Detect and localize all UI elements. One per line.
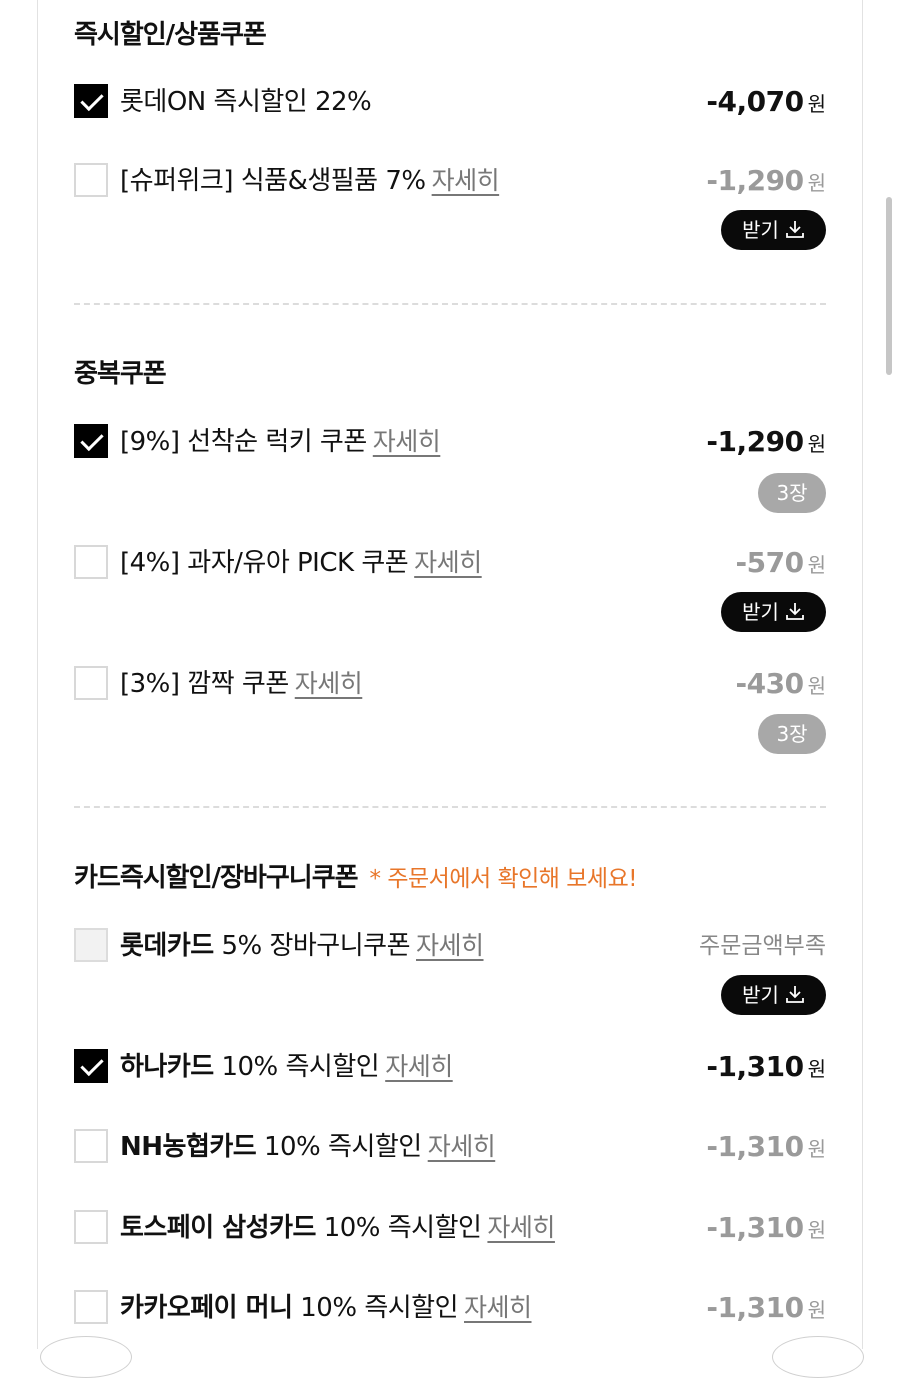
coupon-checkbox[interactable] — [74, 1210, 108, 1244]
coupon-checkbox[interactable] — [74, 666, 108, 700]
coupon-checkbox[interactable] — [74, 1290, 108, 1324]
discount-amount: -1,310 원 — [706, 1211, 826, 1244]
get-coupon-button[interactable]: 받기 — [721, 592, 826, 632]
discount-amount: -430 원 — [735, 667, 826, 700]
detail-link[interactable]: 자세히 — [295, 669, 363, 698]
section-title-duplicate-coupon: 중복쿠폰 — [74, 359, 167, 389]
scrollbar[interactable] — [886, 197, 892, 375]
coupon-label: [9%] 선착순 럭키 쿠폰 자세히 — [120, 427, 441, 457]
coupon-label: 롯데ON 즉시할인 22% — [120, 87, 372, 117]
coupon-checkbox[interactable] — [74, 928, 108, 962]
discount-amount: -1,310 원 — [706, 1291, 826, 1324]
discount-amount: -1,290 원 — [706, 425, 826, 458]
coupon-label: 롯데카드 5% 장바구니쿠폰 자세히 — [120, 931, 484, 961]
detail-link[interactable]: 자세히 — [428, 1132, 496, 1161]
coupon-row-lottecard: 롯데카드 5% 장바구니쿠폰 자세히 주문금액부족 — [74, 926, 826, 966]
coupon-label: 토스페이 삼성카드 10% 즉시할인 자세히 — [120, 1213, 555, 1243]
coupon-label: [3%] 깜짝 쿠폰 자세히 — [120, 669, 363, 699]
coupon-label: 카카오페이 머니 10% 즉시할인 자세히 — [120, 1293, 532, 1323]
discount-amount: -570 원 — [735, 546, 826, 579]
download-icon — [785, 594, 805, 634]
section-title-card-discount: 카드즉시할인/장바구니쿠폰 * 주문서에서 확인해 보세요! — [74, 863, 638, 893]
discount-amount: -4,070 원 — [706, 85, 826, 118]
coupon-checkbox[interactable] — [74, 545, 108, 579]
coupon-row-lotteon: 롯데ON 즉시할인 22% -4,070 원 — [74, 82, 826, 122]
coupon-row-lucky: [9%] 선착순 럭키 쿠폰 자세히 -1,290 원 — [74, 422, 826, 462]
detail-link[interactable]: 자세히 — [416, 931, 484, 960]
detail-link[interactable]: 자세히 — [487, 1213, 555, 1242]
discount-amount: -1,310 원 — [706, 1130, 826, 1163]
discount-amount: -1,310 원 — [706, 1050, 826, 1083]
section-divider — [74, 806, 826, 808]
coupon-row-snack-pick: [4%] 과자/유아 PICK 쿠폰 자세히 -570 원 — [74, 543, 826, 583]
bottom-round-control[interactable] — [40, 1336, 132, 1378]
coupon-row-kakaopay: 카카오페이 머니 10% 즉시할인 자세히 -1,310 원 — [74, 1288, 826, 1328]
coupon-row-tosspay: 토스페이 삼성카드 10% 즉시할인 자세히 -1,310 원 — [74, 1208, 826, 1248]
get-coupon-button[interactable]: 받기 — [721, 975, 826, 1015]
section-title-instant-discount: 즉시할인/상품쿠폰 — [74, 20, 267, 50]
order-note: * 주문서에서 확인해 보세요! — [369, 866, 638, 892]
discount-amount: -1,290 원 — [706, 164, 826, 197]
coupon-checkbox[interactable] — [74, 84, 108, 118]
coupon-label: [4%] 과자/유아 PICK 쿠폰 자세히 — [120, 548, 482, 578]
detail-link[interactable]: 자세히 — [432, 166, 500, 195]
get-coupon-button[interactable]: 받기 — [721, 210, 826, 250]
coupon-row-nhcard: NH농협카드 10% 즉시할인 자세히 -1,310 원 — [74, 1127, 826, 1167]
coupon-count-badge: 3장 — [758, 473, 826, 513]
coupon-checkbox[interactable] — [74, 1129, 108, 1163]
coupon-label: [슈퍼위크] 식품&생필품 7% 자세히 — [120, 166, 500, 196]
coupon-label: 하나카드 10% 즉시할인 자세히 — [120, 1052, 453, 1082]
coupon-checkbox[interactable] — [74, 163, 108, 197]
detail-link[interactable]: 자세히 — [385, 1052, 453, 1081]
section-divider — [74, 303, 826, 305]
coupon-label: NH농협카드 10% 즉시할인 자세히 — [120, 1132, 496, 1162]
download-icon — [785, 977, 805, 1017]
detail-link[interactable]: 자세히 — [464, 1293, 532, 1322]
detail-link[interactable]: 자세히 — [414, 548, 482, 577]
coupon-count-badge: 3장 — [758, 714, 826, 754]
coupon-row-hanacard: 하나카드 10% 즉시할인 자세히 -1,310 원 — [74, 1047, 826, 1087]
download-icon — [785, 212, 805, 252]
coupon-checkbox[interactable] — [74, 424, 108, 458]
insufficient-amount-label: 주문금액부족 — [699, 933, 826, 959]
detail-link[interactable]: 자세히 — [373, 427, 441, 456]
bottom-round-control[interactable] — [772, 1336, 864, 1378]
coupon-checkbox[interactable] — [74, 1049, 108, 1083]
coupon-row-surprise: [3%] 깜짝 쿠폰 자세히 -430 원 — [74, 664, 826, 704]
coupon-row-superweek: [슈퍼위크] 식품&생필품 7% 자세히 -1,290 원 — [74, 161, 826, 201]
